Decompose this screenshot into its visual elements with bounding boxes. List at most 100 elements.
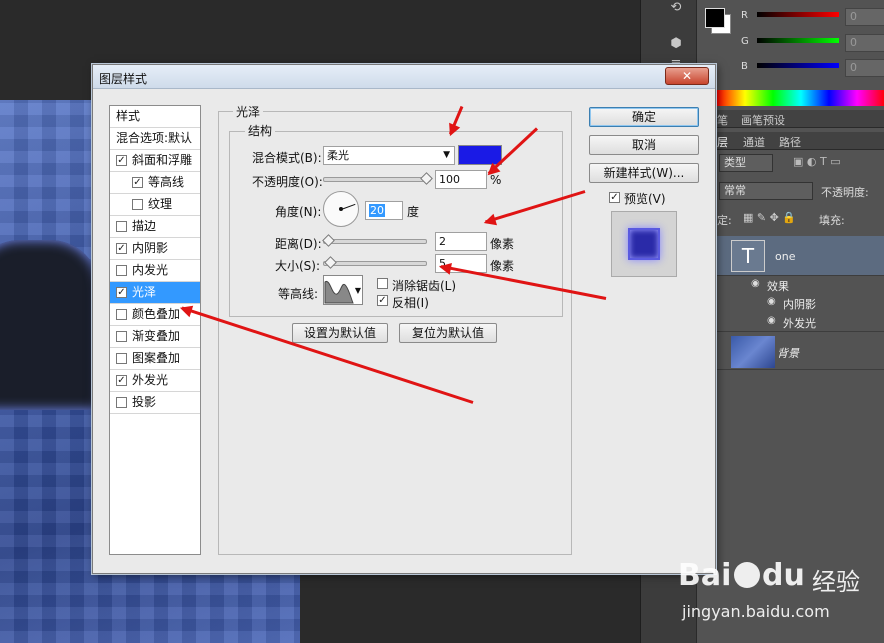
eye-icon[interactable]: ◉ — [751, 278, 760, 289]
channel-b-slider[interactable] — [757, 63, 839, 68]
tab-channels[interactable]: 通道 — [743, 134, 765, 150]
effects-label: 效果 — [767, 280, 789, 293]
effect-row-inner-shadow[interactable]: ◉ 内阴影 — [697, 294, 884, 312]
tab-layers[interactable]: 层 — [717, 134, 728, 150]
effect-row-outer-glow[interactable]: ◉ 外发光 — [697, 312, 884, 332]
baidu-watermark: Bai du 经验 jingyan.baidu.com — [672, 548, 884, 643]
3d-icon[interactable]: ⬢ — [667, 36, 685, 52]
style-list-label: 投影 — [132, 395, 157, 409]
style-checkbox[interactable]: ✓ — [116, 375, 127, 386]
layer-blend-mode-select[interactable]: 常常 — [719, 182, 813, 200]
dialog-titlebar[interactable]: 图层样式 ✕ — [93, 65, 715, 89]
style-list-label: 内阴影 — [132, 241, 169, 255]
style-list-label: 颜色叠加 — [132, 307, 181, 321]
channel-r-value[interactable]: 0 — [845, 8, 884, 26]
style-checkbox[interactable] — [116, 265, 127, 276]
close-button[interactable]: ✕ — [665, 67, 709, 85]
foreground-color-swatch[interactable] — [705, 8, 725, 28]
filter-icons[interactable]: ▣ ◐ T ▭ — [793, 155, 841, 168]
style-list-item[interactable]: ✓ 等高线 — [110, 172, 200, 194]
channel-b-label: B — [741, 61, 748, 72]
blend-mode-label: 混合模式(B): — [252, 151, 322, 165]
angle-input[interactable]: 20 — [365, 201, 403, 220]
set-default-button[interactable]: 设置为默认值 — [292, 323, 388, 343]
style-list-item[interactable]: 投影 — [110, 392, 200, 414]
watermark-brand-2: du — [762, 558, 805, 593]
new-style-button[interactable]: 新建样式(W)... — [589, 163, 699, 183]
style-list-item[interactable]: ✓ 内阴影 — [110, 238, 200, 260]
layer-name: 背景 — [777, 347, 799, 360]
style-preview-thumbnail — [611, 211, 677, 277]
antialias-checkbox[interactable] — [377, 278, 388, 289]
style-list-item[interactable]: 图案叠加 — [110, 348, 200, 370]
style-list-label: 图案叠加 — [132, 351, 181, 365]
style-checkbox[interactable] — [116, 353, 127, 364]
style-list-item[interactable]: 描边 — [110, 216, 200, 238]
style-list-item[interactable]: 纹理 — [110, 194, 200, 216]
opacity-input[interactable]: 100 — [435, 170, 487, 189]
style-checkbox[interactable] — [116, 397, 127, 408]
cancel-button[interactable]: 取消 — [589, 135, 699, 155]
lock-icons[interactable]: ▦ ✎ ✥ 🔒 — [743, 211, 796, 224]
preview-swatch — [628, 228, 660, 260]
invert-label: 反相(I) — [392, 296, 429, 310]
distance-unit: 像素 — [490, 237, 515, 251]
distance-slider[interactable] — [323, 239, 427, 244]
angle-dial[interactable] — [323, 191, 359, 227]
channel-r-slider[interactable] — [757, 12, 839, 17]
style-checkbox[interactable] — [132, 199, 143, 210]
invert-checkbox[interactable]: ✓ — [377, 295, 388, 306]
lock-label: 定: — [717, 214, 732, 227]
style-list-item[interactable]: 内发光 — [110, 260, 200, 282]
style-checkbox[interactable] — [116, 309, 127, 320]
channel-g-value[interactable]: 0 — [845, 34, 884, 52]
size-slider[interactable] — [323, 261, 427, 266]
style-checkbox[interactable]: ✓ — [116, 243, 127, 254]
dialog-title: 图层样式 — [99, 72, 148, 86]
preview-label: 预览(V) — [624, 192, 666, 206]
ok-button[interactable]: 确定 — [589, 107, 699, 127]
contour-label: 等高线: — [278, 287, 319, 301]
style-list-label: 斜面和浮雕 — [132, 153, 193, 167]
angle-unit: 度 — [407, 205, 420, 219]
layer-name: one — [775, 250, 796, 263]
contour-picker[interactable]: ▼ — [323, 275, 363, 305]
layer-row-background[interactable]: 背景 — [697, 334, 884, 370]
tab-brush[interactable]: 笔 — [717, 112, 728, 128]
tab-brush-presets[interactable]: 画笔预设 — [741, 112, 785, 128]
paw-icon — [734, 562, 760, 588]
blend-mode-select[interactable]: 柔光 ▼ — [323, 146, 455, 165]
layer-tabs: 层 通道 路径 — [697, 132, 884, 150]
style-list-item[interactable]: 渐变叠加 — [110, 326, 200, 348]
preview-checkbox[interactable]: ✓ — [609, 192, 620, 203]
style-checkbox[interactable]: ✓ — [132, 177, 143, 188]
layer-effects-row[interactable]: ◉ 效果 — [697, 276, 884, 294]
canvas-text-shape — [0, 240, 100, 410]
style-list-item[interactable]: ✓ 外发光 — [110, 370, 200, 392]
blend-color-swatch[interactable] — [458, 145, 502, 165]
style-list-item[interactable]: 混合选项:默认 — [110, 128, 200, 150]
reset-default-button[interactable]: 复位为默认值 — [399, 323, 497, 343]
antialias-label: 消除锯齿(L) — [392, 279, 457, 293]
style-checkbox[interactable] — [116, 221, 127, 232]
style-list-item[interactable]: ✓ 斜面和浮雕 — [110, 150, 200, 172]
style-checkbox[interactable]: ✓ — [116, 287, 127, 298]
history-icon[interactable]: ⟲ — [667, 0, 685, 16]
color-spectrum[interactable] — [717, 90, 884, 106]
opacity-label: 不透明度(O): — [252, 175, 323, 189]
opacity-slider[interactable] — [323, 177, 431, 182]
distance-input[interactable]: 2 — [435, 232, 487, 251]
style-checkbox[interactable] — [116, 331, 127, 342]
tab-paths[interactable]: 路径 — [779, 134, 801, 150]
style-list-item[interactable]: 样式 — [110, 106, 200, 128]
style-checkbox[interactable]: ✓ — [116, 155, 127, 166]
channel-b-value[interactable]: 0 — [845, 59, 884, 77]
style-list-item[interactable]: ✓ 光泽 — [110, 282, 200, 304]
eye-icon[interactable]: ◉ — [767, 315, 776, 326]
style-list-label: 光泽 — [132, 285, 157, 299]
eye-icon[interactable]: ◉ — [767, 296, 776, 307]
dropdown-arrow-icon: ▼ — [354, 286, 361, 295]
channel-g-slider[interactable] — [757, 38, 839, 43]
layer-row-one[interactable]: T one — [697, 236, 884, 276]
layer-kind-select[interactable]: 类型 — [719, 154, 773, 172]
